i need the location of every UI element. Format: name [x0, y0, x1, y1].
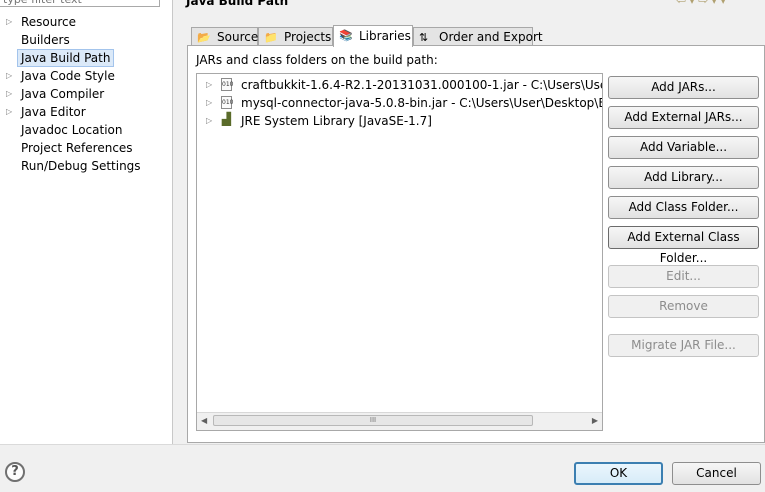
tree-item-java-compiler[interactable]: ▷ Java Compiler — [0, 85, 172, 103]
remove-button[interactable]: Remove — [608, 295, 759, 318]
tab-source[interactable]: 📂 Source — [191, 27, 258, 46]
tree-item-label: Run/Debug Settings — [21, 159, 141, 173]
library-label: craftbukkit-1.6.4-R2.1-20131031.000100-1… — [241, 78, 602, 92]
jre-library-icon: ▟ — [221, 112, 232, 126]
scrollbar-thumb[interactable]: III — [213, 415, 533, 426]
expand-arrow-icon[interactable]: ▷ — [6, 85, 14, 103]
filter-input[interactable] — [0, 0, 160, 7]
tree-item-label: Builders — [21, 33, 70, 47]
property-tree: ▷ Resource Builders Java Build Path ▷ Ja… — [0, 13, 172, 175]
tab-order-and-export[interactable]: ⇅ Order and Export — [413, 27, 543, 46]
scroll-right-arrow-icon[interactable]: ▶ — [592, 416, 598, 425]
section-label: JARs and class folders on the build path… — [196, 53, 438, 67]
add-external-class-folder-button[interactable]: Add External Class Folder... — [608, 226, 759, 265]
library-list[interactable]: ▷ 010 craftbukkit-1.6.4-R2.1-20131031.00… — [196, 73, 603, 431]
library-label: JRE System Library [JavaSE-1.7] — [241, 114, 432, 128]
help-icon[interactable]: ? — [5, 462, 25, 482]
edit-button[interactable]: Edit... — [608, 265, 759, 288]
tree-item-java-editor[interactable]: ▷ Java Editor — [0, 103, 172, 121]
ok-button[interactable]: OK — [574, 462, 663, 485]
expand-arrow-icon[interactable]: ▷ — [6, 13, 14, 31]
tree-item-label: Java Build Path — [17, 49, 115, 67]
add-variable-button[interactable]: Add Variable... — [608, 136, 759, 159]
tree-item-run-debug-settings[interactable]: Run/Debug Settings — [0, 157, 172, 175]
libraries-icon: 📚 — [339, 29, 353, 42]
cancel-button[interactable]: Cancel — [672, 462, 761, 485]
horizontal-scrollbar[interactable]: ◀ III ▶ — [197, 412, 602, 430]
tree-item-label: Project References — [21, 141, 133, 155]
expand-arrow-icon[interactable]: ▷ — [206, 76, 212, 94]
migrate-jar-button[interactable]: Migrate JAR File... — [608, 334, 759, 357]
expand-arrow-icon[interactable]: ▷ — [6, 67, 14, 85]
tree-item-label: Java Code Style — [21, 69, 115, 83]
tab-projects[interactable]: 📁 Projects — [258, 27, 333, 46]
tree-item-javadoc-location[interactable]: Javadoc Location — [0, 121, 172, 139]
tree-item-builders[interactable]: Builders — [0, 31, 172, 49]
add-jars-button[interactable]: Add JARs... — [608, 76, 759, 99]
tab-libraries[interactable]: 📚 Libraries — [333, 25, 413, 47]
tree-item-label: Resource — [21, 15, 77, 29]
add-library-button[interactable]: Add Library... — [608, 166, 759, 189]
add-external-jars-button[interactable]: Add External JARs... — [608, 106, 759, 129]
tree-item-java-build-path[interactable]: Java Build Path — [0, 49, 172, 67]
expand-arrow-icon[interactable]: ▷ — [206, 94, 212, 112]
libraries-tab-content: JARs and class folders on the build path… — [187, 45, 765, 443]
tree-item-label: Javadoc Location — [21, 123, 123, 137]
tree-item-java-code-style[interactable]: ▷ Java Code Style — [0, 67, 172, 85]
jar-icon: 010 — [221, 78, 233, 91]
tree-item-label: Java Compiler — [21, 87, 105, 101]
expand-arrow-icon[interactable]: ▷ — [6, 103, 14, 121]
navigation-arrows-icon[interactable]: ⇦▾⇨▾▾ — [676, 0, 729, 7]
tree-item-project-references[interactable]: Project References — [0, 139, 172, 157]
tab-label: Libraries — [359, 29, 411, 43]
jar-icon: 010 — [221, 96, 233, 109]
tree-item-resource[interactable]: ▷ Resource — [0, 13, 172, 31]
page-title: Java Build Path — [186, 0, 289, 8]
scroll-left-arrow-icon[interactable]: ◀ — [201, 416, 207, 425]
tree-item-label: Java Editor — [21, 105, 86, 119]
dialog-button-bar: ? OK Cancel — [0, 444, 765, 492]
add-class-folder-button[interactable]: Add Class Folder... — [608, 196, 759, 219]
expand-arrow-icon[interactable]: ▷ — [206, 112, 212, 130]
property-tree-pane: ▷ Resource Builders Java Build Path ▷ Ja… — [0, 0, 173, 444]
library-label: mysql-connector-java-5.0.8-bin.jar - C:\… — [241, 96, 603, 110]
